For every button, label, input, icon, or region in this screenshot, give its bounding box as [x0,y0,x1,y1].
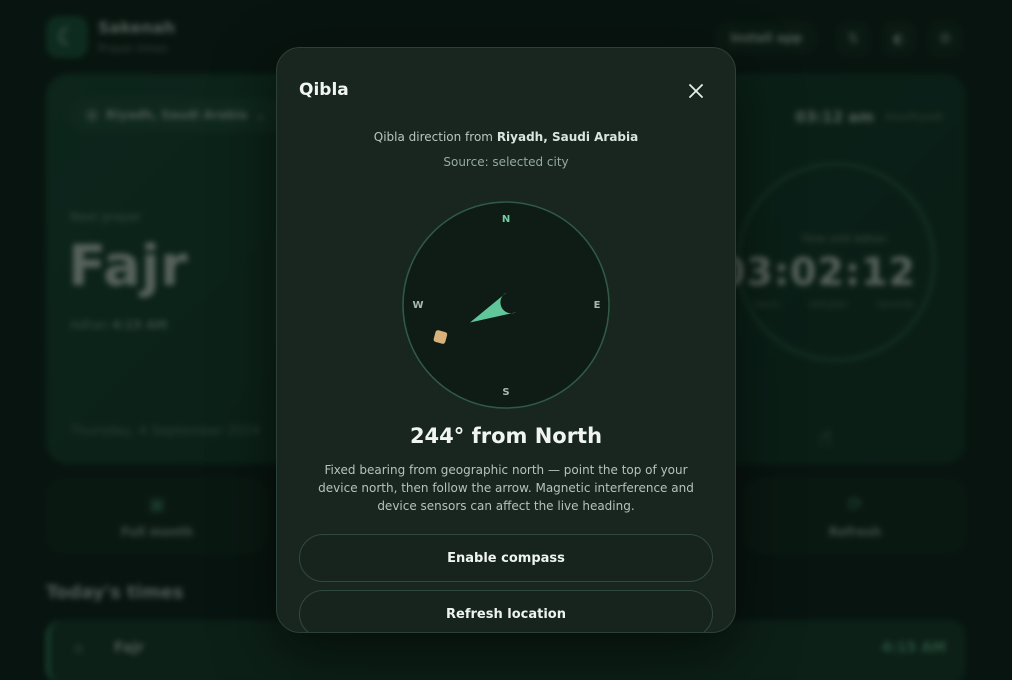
close-button[interactable] [685,80,707,102]
compass-dial: N E S W [402,201,610,409]
refresh-location-button[interactable]: Refresh location [299,590,713,632]
compass: N E S W [401,200,611,410]
bearing-explanation: Fixed bearing from geographic north — po… [318,463,694,513]
compass-label-north: N [502,214,510,225]
enable-compass-button[interactable]: Enable compass [299,534,713,582]
source-text: Source: selected city [443,155,569,169]
compass-label-south: S [502,387,509,398]
direction-prefix: Qibla direction from [373,130,493,144]
qibla-dialog: Qibla Qibla direction from Riyadh, Saudi… [276,47,736,633]
compass-ring [402,201,610,409]
close-icon [689,84,703,98]
compass-label-east: E [594,300,601,311]
direction-city: Riyadh, Saudi Arabia [496,130,639,144]
compass-label-west: W [412,300,423,311]
bearing-value: 244° from North [409,424,603,448]
dialog-title: Qibla [299,80,349,100]
qibla-direction-text: Qibla direction from Riyadh, Saudi Arabi… [277,130,735,144]
